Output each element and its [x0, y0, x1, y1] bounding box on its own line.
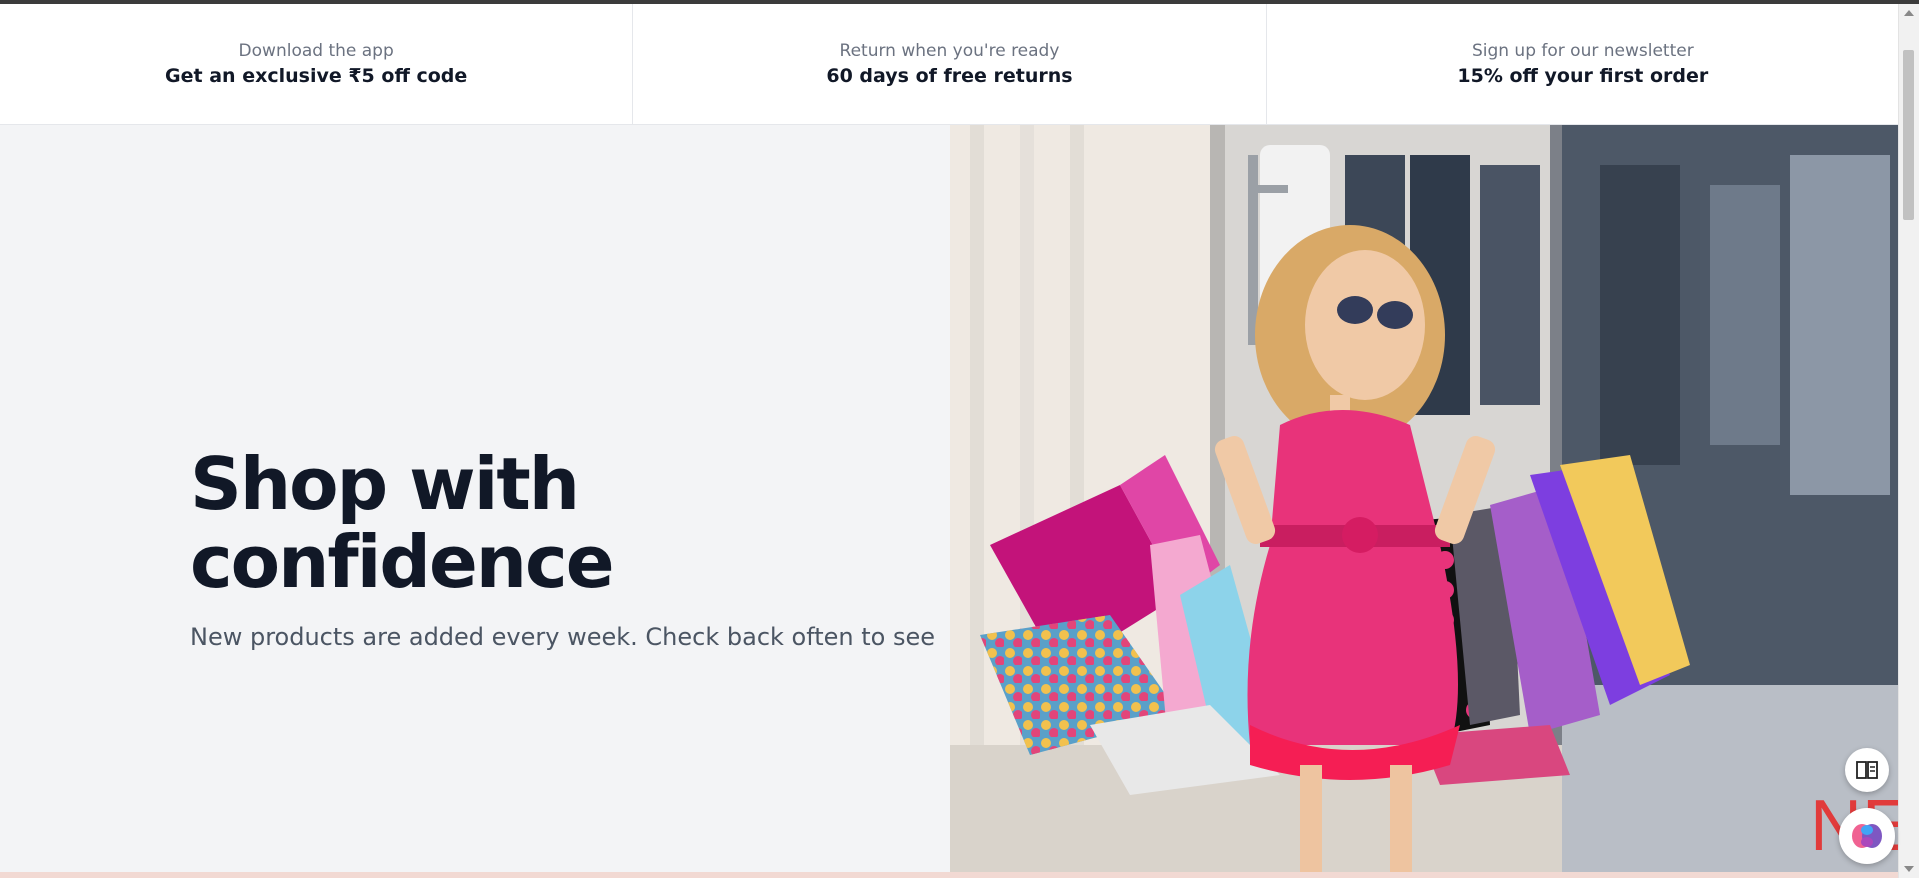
reader-mode-icon: [1856, 761, 1878, 779]
scroll-up-arrow-icon[interactable]: [1904, 10, 1914, 16]
brain-assistant-icon: [1852, 824, 1882, 848]
hero-title: Shop with confidence: [190, 445, 950, 601]
perk-download-app[interactable]: Download the app Get an exclusive ₹5 off…: [0, 4, 632, 124]
perk-subtitle: Sign up for our newsletter: [1471, 41, 1694, 61]
girl-with-shopping-bags-photo: NEW: [950, 125, 1899, 872]
perk-title: Get an exclusive ₹5 off code: [165, 65, 468, 87]
perk-newsletter[interactable]: Sign up for our newsletter 15% off your …: [1265, 4, 1899, 124]
scroll-down-arrow-icon[interactable]: [1904, 866, 1914, 872]
perk-subtitle: Return when you're ready: [839, 41, 1060, 61]
hero-title-line2: confidence: [190, 520, 615, 604]
perk-subtitle: Download the app: [238, 41, 394, 61]
perk-title: 60 days of free returns: [826, 65, 1073, 87]
hero-image: NEW: [950, 125, 1899, 872]
perk-returns[interactable]: Return when you're ready 60 days of free…: [632, 4, 1265, 124]
perks-bar: Download the app Get an exclusive ₹5 off…: [0, 4, 1899, 125]
hero-subtitle: New products are added every week. Check…: [190, 623, 936, 651]
hero-title-line1: Shop with: [190, 442, 580, 526]
vertical-scrollbar[interactable]: [1898, 4, 1919, 878]
reader-mode-button[interactable]: [1845, 748, 1889, 792]
bottom-strip: [0, 872, 1899, 878]
perk-title: 15% off your first order: [1457, 65, 1709, 87]
hero-text-block: Shop with confidence New products are ad…: [190, 445, 950, 651]
scroll-thumb[interactable]: [1903, 50, 1914, 220]
hero-section: Shop with confidence New products are ad…: [0, 125, 1899, 872]
assistant-button[interactable]: [1839, 808, 1895, 864]
